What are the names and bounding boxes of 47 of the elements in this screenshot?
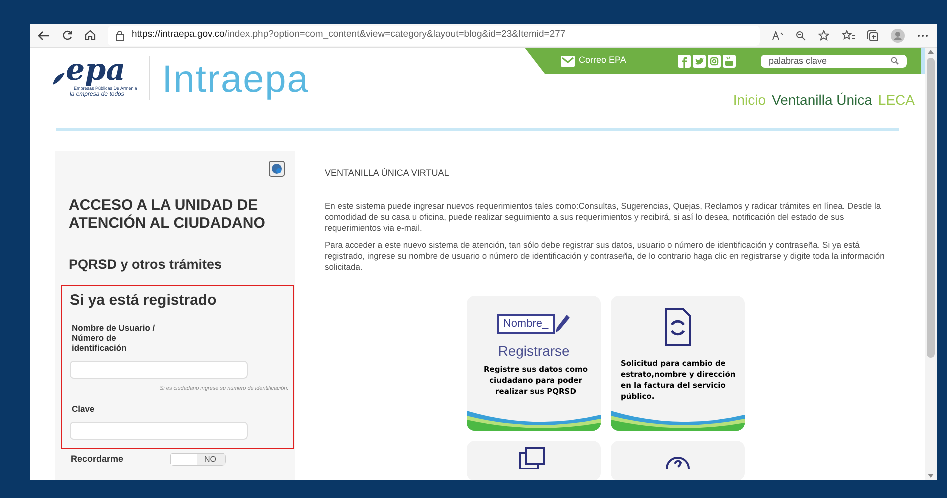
scroll-thumb[interactable] bbox=[927, 58, 935, 358]
facebook-icon[interactable] bbox=[678, 54, 692, 68]
url-text: https://intraepa.gov.co/index.php?option=com_content&view=category&layout=blog&id=23&Itemid=277 bbox=[132, 28, 566, 42]
search-field[interactable]: palabras clave bbox=[761, 54, 907, 68]
collections-icon[interactable] bbox=[867, 30, 879, 42]
home-icon[interactable] bbox=[85, 30, 96, 41]
toggle-state-text: NO bbox=[196, 454, 225, 465]
instagram-icon[interactable] bbox=[708, 54, 722, 68]
zoom-icon[interactable] bbox=[796, 30, 806, 40]
site-name: Intraepa bbox=[162, 58, 310, 102]
name-field-icon: Nombre_ bbox=[497, 314, 555, 334]
logo-mark: epa bbox=[66, 56, 126, 86]
panel-subtitle: PQRSD y otros trámites bbox=[68, 256, 224, 274]
input-field[interactable] bbox=[70, 360, 248, 379]
more-icon[interactable] bbox=[917, 34, 929, 38]
back-icon[interactable] bbox=[38, 30, 50, 40]
service-card[interactable] bbox=[467, 440, 601, 480]
help-icon bbox=[666, 456, 690, 468]
field-label: Clave bbox=[71, 404, 96, 414]
lock-icon bbox=[116, 30, 124, 40]
help-globe-icon[interactable] bbox=[269, 161, 285, 177]
favorite-add-icon[interactable] bbox=[818, 30, 830, 41]
intro-paragraph: En este sistema puede ingresar nuevos requerimientos tales como:Consultas, Sugerencias, Quejas, Reclamos y radicar trámites en línea. Desde la comodidad de su casa u oficina, puede realizar seguimiento a sus requerimientos y recibirá, si así lo desea, notificación del estado de sus requerimientos via e-mail. bbox=[325, 200, 882, 234]
favorites-icon[interactable] bbox=[842, 30, 855, 41]
section-title: VENTANILLA ÚNICA VIRTUAL bbox=[325, 167, 450, 180]
leaf-icon bbox=[52, 72, 66, 86]
document-refresh-icon bbox=[665, 308, 691, 346]
scroll-up-icon[interactable] bbox=[928, 50, 934, 54]
mail-icon[interactable] bbox=[561, 56, 575, 66]
address-bar[interactable]: https://intraepa.gov.co/index.php?option=com_content&view=category&layout=blog&id=23&Itemid=277 bbox=[108, 26, 760, 46]
nav-link[interactable]: Ventanilla Única bbox=[772, 90, 872, 111]
twitter-icon[interactable] bbox=[693, 54, 706, 68]
search-icon[interactable] bbox=[891, 57, 899, 65]
panel-title: ACCESO A LA UNIDAD DE ATENCIÓN AL CIUDADANO bbox=[68, 197, 266, 233]
search-placeholder: palabras clave bbox=[769, 55, 828, 67]
intro-paragraph: Para acceder a este nuevo sistema de atención, tan sólo debe registrar sus datos, usuario o número de identificación y contraseña. Si ya está registrado, ingrese su nombre de usuario o número de identificación y contraseña, de lo contrario haga clic en registrarse y digite toda la información solicitada. bbox=[325, 240, 886, 272]
reload-icon[interactable] bbox=[62, 30, 73, 41]
input-field[interactable] bbox=[70, 422, 248, 440]
card-title: Registrarse bbox=[498, 342, 570, 360]
remember-toggle[interactable]: NO bbox=[170, 453, 226, 466]
read-aloud-icon[interactable] bbox=[772, 30, 784, 40]
profile-avatar-icon[interactable] bbox=[891, 28, 905, 42]
field-label: Nombre de Usuario / Número de identificación bbox=[71, 322, 156, 353]
form-heading: Si ya está registrado bbox=[70, 291, 218, 312]
scroll-down-icon[interactable] bbox=[928, 474, 934, 478]
remember-label: Recordarme bbox=[71, 452, 124, 466]
scrollbar[interactable] bbox=[925, 48, 937, 480]
